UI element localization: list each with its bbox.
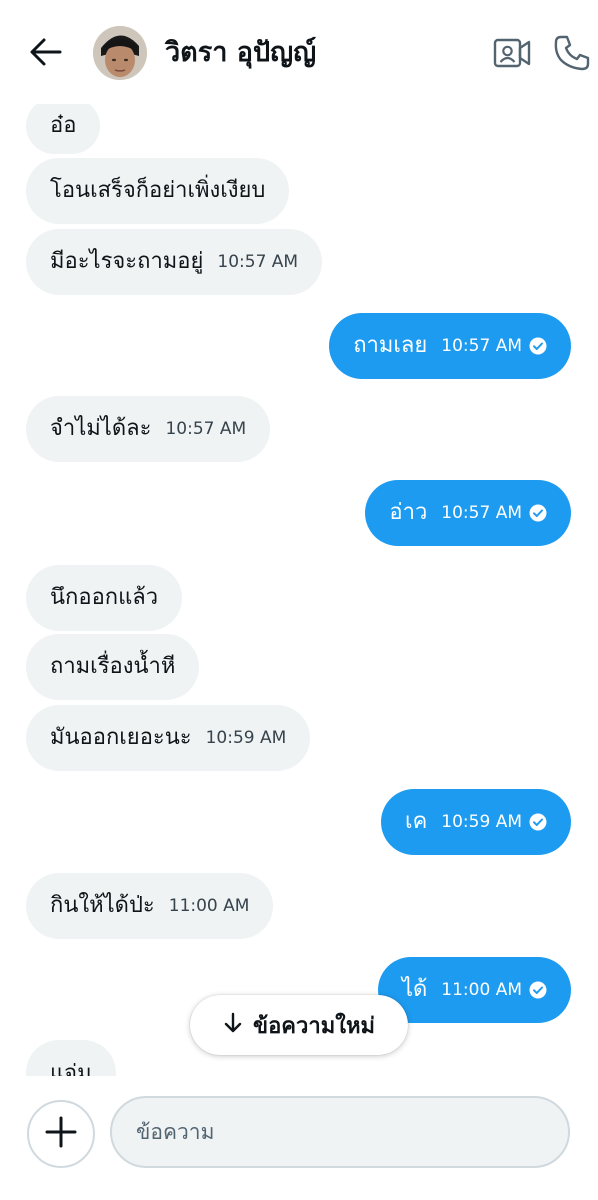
add-attachment-button[interactable] [27, 1100, 95, 1168]
message-bubble-incoming[interactable]: นึกออกแล้ว [26, 565, 183, 631]
message-text: ได้ [401, 977, 428, 1002]
message-text: แจ่ม [50, 1061, 92, 1076]
back-button[interactable] [24, 34, 68, 74]
message-timestamp: 11:00 AM [168, 896, 250, 916]
dm-conversation-screen: วิตรา อุปัญญ์ อ๋อ โอนเสร็จก็อย่าเพิ่งเงี… [0, 0, 598, 1200]
message-timestamp: 10:57 AM [441, 336, 522, 356]
message-text: ถามเลย [353, 333, 428, 358]
message-text: อ่าว [389, 500, 428, 525]
message-input[interactable] [110, 1096, 570, 1168]
message-text: นึกออกแล้ว [50, 585, 159, 610]
message-text: อ๋อ [50, 113, 77, 138]
message-text: ถามเรื่องน้ำหี [50, 654, 176, 679]
message-timestamp: 10:57 AM [441, 503, 522, 523]
message-bubble-outgoing[interactable]: อ่าว 10:57 AM [365, 480, 571, 546]
arrow-down-icon [223, 1012, 243, 1038]
message-composer [0, 1076, 598, 1200]
video-camera-icon [492, 38, 532, 75]
message-timestamp: 10:57 AM [165, 419, 247, 439]
message-text: มันออกเยอะนะ [50, 725, 192, 750]
contact-name[interactable]: วิตรา อุปัญญ์ [165, 30, 316, 76]
message-bubble-incoming[interactable]: จำไม่ได้ละ 10:57 AM [26, 396, 271, 462]
seen-check-icon [529, 981, 547, 999]
message-text: โอนเสร็จก็อย่าเพิ่งเงียบ [50, 178, 266, 203]
plus-icon [45, 1116, 77, 1152]
message-bubble-incoming[interactable]: มีอะไรจะถามอยู่ 10:57 AM [26, 229, 323, 295]
back-arrow-icon [29, 37, 63, 71]
message-text: มีอะไรจะถามอยู่ [50, 249, 204, 274]
message-text: จำไม่ได้ละ [50, 416, 152, 441]
message-bubble-incoming[interactable]: กินให้ได้ป่ะ 11:00 AM [26, 873, 274, 939]
message-timestamp: 10:59 AM [441, 812, 522, 832]
message-timestamp: 11:00 AM [441, 980, 522, 1000]
message-bubble-incoming[interactable]: อ๋อ [26, 104, 101, 154]
message-bubble-outgoing[interactable]: ถามเลย 10:57 AM [329, 313, 571, 379]
contact-avatar[interactable] [93, 26, 147, 80]
seen-check-icon [529, 337, 547, 355]
new-messages-button[interactable]: ข้อความใหม่ [190, 995, 408, 1055]
message-bubble-incoming[interactable]: โอนเสร็จก็อย่าเพิ่งเงียบ [26, 158, 290, 224]
new-messages-label: ข้อความใหม่ [253, 1013, 375, 1039]
message-bubble-incoming[interactable]: มันออกเยอะนะ 10:59 AM [26, 705, 311, 771]
message-timestamp: 10:57 AM [217, 252, 299, 272]
message-bubble-outgoing[interactable]: เค 10:59 AM [381, 789, 571, 855]
message-bubble-incoming[interactable]: ถามเรื่องน้ำหี [26, 634, 200, 700]
voice-call-button[interactable] [552, 33, 592, 73]
video-call-button[interactable] [492, 35, 532, 71]
conversation-header: วิตรา อุปัญญ์ [0, 0, 598, 104]
seen-check-icon [529, 504, 547, 522]
message-text: กินให้ได้ป่ะ [50, 893, 155, 918]
phone-icon [552, 35, 592, 77]
message-thread[interactable]: อ๋อ โอนเสร็จก็อย่าเพิ่งเงียบ มีอะไรจะถาม… [0, 104, 598, 1076]
message-bubble-incoming[interactable]: แจ่ม [26, 1040, 116, 1076]
message-timestamp: 10:59 AM [205, 728, 287, 748]
message-bubble-outgoing[interactable]: ได้ 11:00 AM [377, 957, 571, 1023]
message-text: เค [405, 809, 428, 834]
seen-check-icon [529, 813, 547, 831]
